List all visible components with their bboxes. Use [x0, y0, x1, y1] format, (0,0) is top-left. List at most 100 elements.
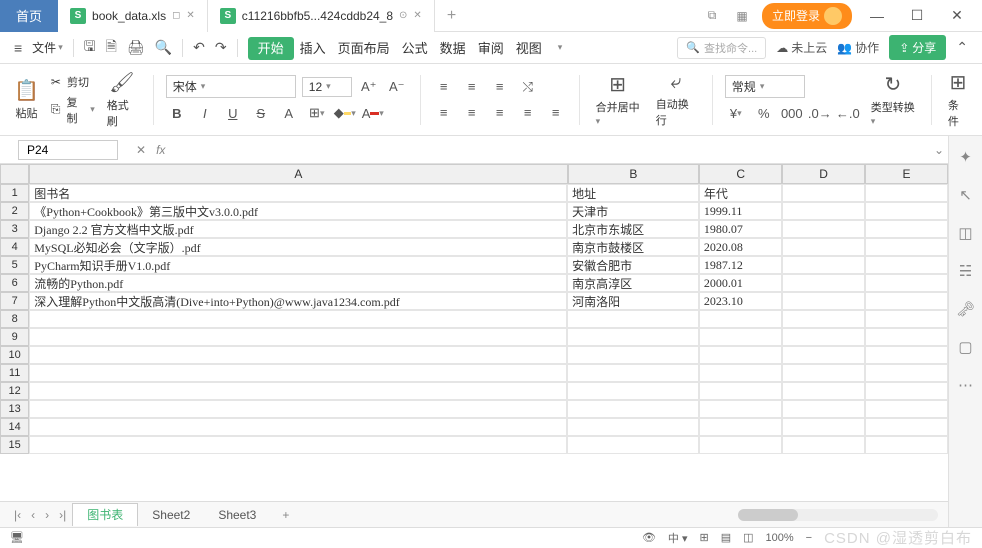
undo-icon[interactable]: ↶: [193, 39, 205, 56]
rocket-icon[interactable]: ✦: [959, 148, 972, 166]
command-search[interactable]: 🔍 查找命令...: [677, 37, 766, 59]
border-button[interactable]: ⊞▾: [306, 102, 328, 124]
sheet-first-icon[interactable]: |‹: [10, 508, 25, 522]
coop-button[interactable]: 👥协作: [837, 39, 879, 56]
row-header[interactable]: 5: [0, 256, 29, 274]
cell[interactable]: [782, 256, 865, 274]
cell[interactable]: [699, 346, 782, 364]
document-tab-0[interactable]: S book_data.xls ◻ ✕: [58, 0, 208, 32]
cell[interactable]: 南京高淳区: [567, 274, 699, 292]
row-header[interactable]: 6: [0, 274, 29, 292]
cell[interactable]: 南京市鼓楼区: [567, 238, 699, 256]
settings-icon[interactable]: ☵: [959, 262, 972, 280]
cell[interactable]: [29, 400, 567, 418]
wrap-group[interactable]: ⤶ 自动换行: [652, 71, 700, 128]
conditional-group[interactable]: ⊞ 条件: [944, 70, 972, 129]
cell[interactable]: [29, 328, 567, 346]
share-button[interactable]: ⇪分享: [889, 35, 946, 60]
bold-button[interactable]: B: [166, 102, 188, 124]
cell[interactable]: [29, 364, 567, 382]
cell[interactable]: MySQL必知必会（文字版）.pdf: [29, 238, 567, 256]
cell[interactable]: 北京市东城区: [567, 220, 699, 238]
cell[interactable]: [699, 328, 782, 346]
chevron-down-icon[interactable]: ▾: [558, 42, 563, 53]
comma-button[interactable]: 000: [781, 102, 803, 124]
sheet-last-icon[interactable]: ›|: [55, 508, 70, 522]
indent-left-button[interactable]: ≡: [517, 102, 539, 124]
cell[interactable]: [567, 310, 699, 328]
cancel-formula-icon[interactable]: ✕: [136, 143, 146, 157]
align-middle-button[interactable]: ≡: [461, 76, 483, 98]
cell[interactable]: [865, 202, 948, 220]
ribbon-tab-0[interactable]: 开始: [248, 37, 294, 60]
new-tab-button[interactable]: +: [435, 7, 468, 25]
scroll-thumb[interactable]: [738, 509, 798, 521]
name-box[interactable]: [18, 140, 118, 160]
increase-font-button[interactable]: A⁺: [358, 76, 380, 98]
home-tab[interactable]: 首页: [0, 0, 58, 32]
cloud-button[interactable]: ☁未上云: [776, 39, 827, 56]
minimize-button[interactable]: —: [862, 8, 892, 24]
font-style-button[interactable]: A: [278, 102, 300, 124]
ribbon-tab-4[interactable]: 数据: [434, 37, 472, 60]
cell[interactable]: [865, 400, 948, 418]
apps-icon[interactable]: ▦: [732, 9, 752, 23]
cell[interactable]: [567, 382, 699, 400]
cell[interactable]: [567, 400, 699, 418]
cell[interactable]: [699, 418, 782, 436]
row-header[interactable]: 1: [0, 184, 29, 202]
ribbon-tab-1[interactable]: 插入: [294, 37, 332, 60]
cell[interactable]: [782, 274, 865, 292]
more-icon[interactable]: ⋯: [958, 376, 973, 394]
indent-right-button[interactable]: ≡: [545, 102, 567, 124]
expand-formula-icon[interactable]: ⌄: [934, 143, 944, 157]
save-icon[interactable]: 🖫: [84, 36, 96, 60]
cell[interactable]: [782, 328, 865, 346]
cell[interactable]: [865, 256, 948, 274]
file-menu[interactable]: 文件▾: [32, 39, 63, 56]
cell[interactable]: [865, 238, 948, 256]
column-header[interactable]: C: [699, 164, 782, 184]
tab-close-icon[interactable]: ✕: [186, 10, 194, 21]
row-header[interactable]: 7: [0, 292, 29, 310]
cell[interactable]: [782, 184, 865, 202]
dec-decimal-button[interactable]: ←.0: [837, 102, 859, 124]
zoom-out-button[interactable]: −: [806, 532, 812, 544]
cell[interactable]: [865, 328, 948, 346]
select-all-corner[interactable]: [0, 164, 29, 184]
cell[interactable]: [865, 184, 948, 202]
cell[interactable]: [865, 418, 948, 436]
add-sheet-button[interactable]: +: [272, 508, 299, 522]
cell[interactable]: [865, 364, 948, 382]
recorder-icon[interactable]: 🖥: [10, 531, 24, 544]
cell[interactable]: [865, 292, 948, 310]
sheet-tab[interactable]: 图书表: [72, 503, 138, 526]
close-button[interactable]: ✕: [942, 7, 972, 24]
cell[interactable]: 河南洛阳: [567, 292, 699, 310]
zoom-level[interactable]: 100%: [766, 532, 794, 544]
cell[interactable]: [782, 418, 865, 436]
view-normal-icon[interactable]: ⊞: [699, 531, 708, 544]
strike-button[interactable]: S: [250, 102, 272, 124]
cell[interactable]: [782, 436, 865, 454]
cell[interactable]: [782, 238, 865, 256]
camera-icon[interactable]: ▢: [958, 338, 972, 356]
cell[interactable]: [29, 436, 567, 454]
row-header[interactable]: 14: [0, 418, 29, 436]
column-header[interactable]: D: [782, 164, 865, 184]
login-button[interactable]: 立即登录: [762, 3, 852, 29]
cell[interactable]: 图书名: [29, 184, 567, 202]
cell[interactable]: [699, 364, 782, 382]
sheet-next-icon[interactable]: ›: [41, 508, 53, 522]
lock-icon[interactable]: 🗝: [956, 300, 975, 318]
underline-button[interactable]: U: [222, 102, 244, 124]
ribbon-tab-6[interactable]: 视图: [510, 37, 548, 60]
print-icon[interactable]: 🖨: [127, 39, 145, 56]
cell[interactable]: [29, 346, 567, 364]
merge-group[interactable]: ⊞ 合并居中▾: [592, 72, 644, 127]
cell[interactable]: 2020.08: [699, 238, 782, 256]
align-left-button[interactable]: ≡: [433, 102, 455, 124]
number-format-select[interactable]: 常规▾: [725, 75, 805, 98]
row-header[interactable]: 8: [0, 310, 29, 328]
cell[interactable]: [782, 382, 865, 400]
